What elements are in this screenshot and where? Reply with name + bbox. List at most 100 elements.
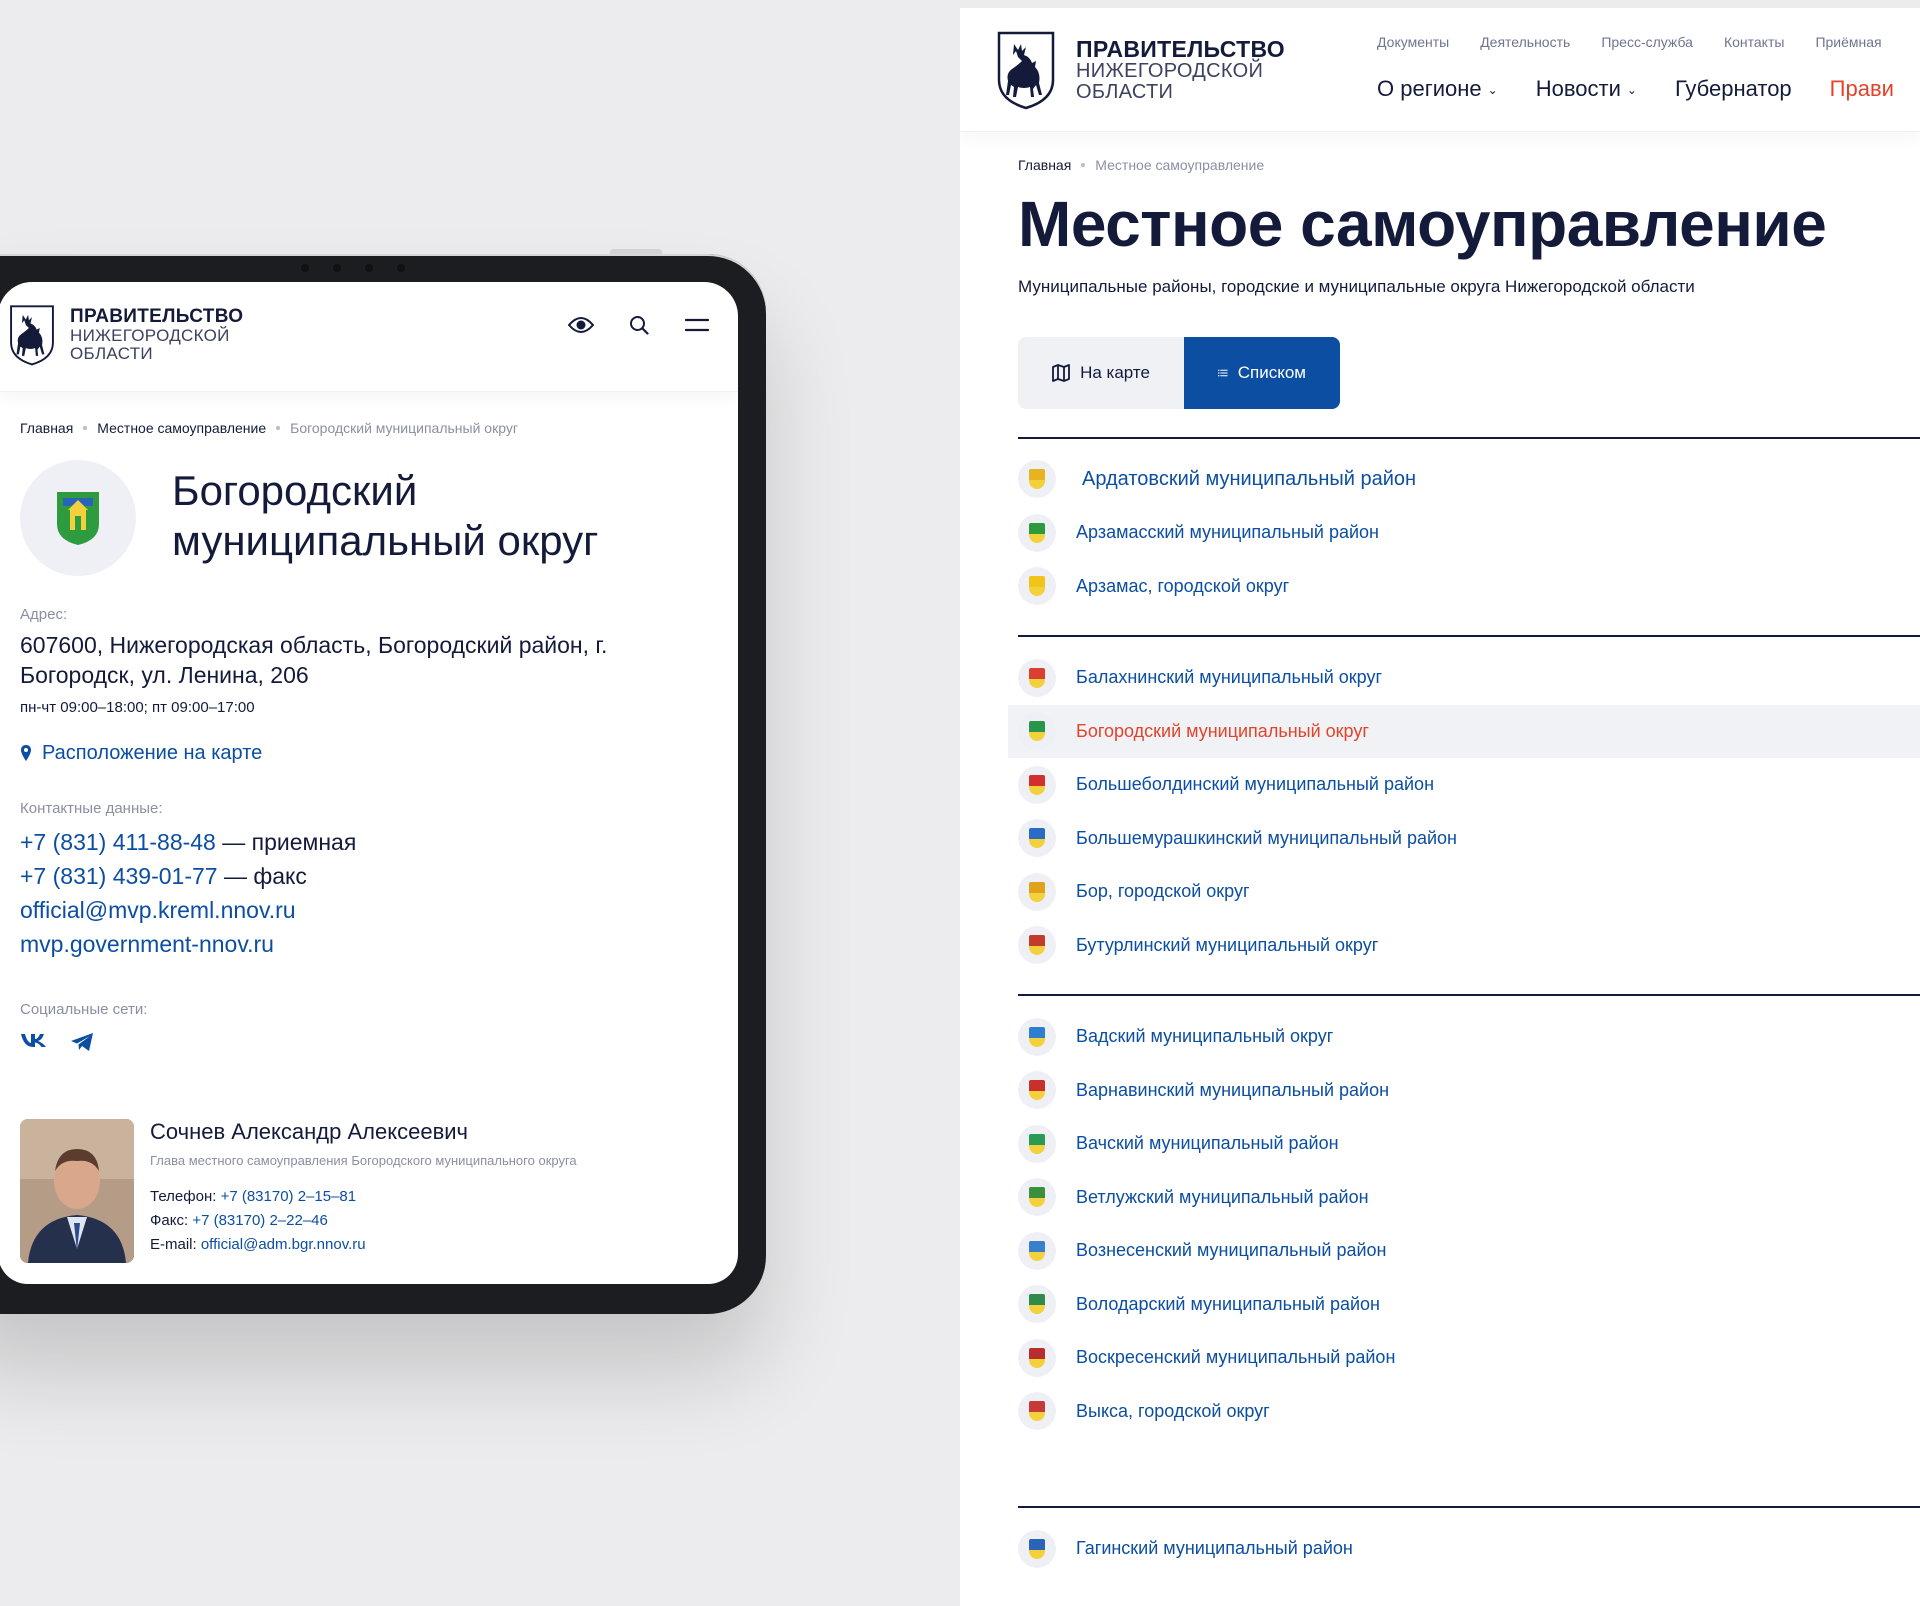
top-nav-contacts[interactable]: Контакты [1724, 34, 1784, 50]
logo-line-2: НИЖЕГОРОДСКОЙ [1076, 60, 1264, 83]
view-list-button[interactable]: Списком [1184, 336, 1340, 409]
phone-fax-row: +7 (831) 439-01-77 — факс [20, 859, 716, 893]
phone-fax-link[interactable]: +7 (831) 439-01-77 [20, 863, 218, 889]
coat-of-arms-icon [996, 30, 1056, 110]
district-coat-icon [1018, 1338, 1056, 1377]
top-nav-activity[interactable]: Деятельность [1480, 34, 1570, 50]
main-nav-news-label: Новости [1535, 76, 1621, 101]
district-item[interactable]: Арзамас, городской округ [1018, 560, 1920, 614]
district-coat-icon [1018, 765, 1056, 804]
logo-line-3: ОБЛАСТИ [70, 343, 153, 363]
main-nav-government[interactable]: Прави [1830, 76, 1894, 102]
main-nav-region[interactable]: О регионе ⌄ [1377, 76, 1498, 102]
phone-reception-suffix: — приемная [215, 828, 357, 855]
district-name: Гагинский муниципальный район [1076, 1538, 1353, 1559]
main-nav-news[interactable]: Новости ⌄ [1536, 76, 1637, 102]
desktop-header: ПРАВИТЕЛЬСТВО НИЖЕГОРОДСКОЙ ОБЛАСТИ Доку… [960, 8, 1920, 132]
chevron-down-icon: ⌄ [1487, 83, 1498, 97]
breadcrumb-current: Богородский муниципальный округ [290, 420, 518, 436]
district-item[interactable]: Выкса, городской округ [1018, 1385, 1920, 1439]
breadcrumb-separator [276, 426, 281, 430]
top-nav-documents[interactable]: Документы [1377, 34, 1449, 50]
district-coat-of-arms [20, 460, 136, 576]
district-name: Арзамас, городской округ [1076, 575, 1290, 596]
logo-line-2: НИЖЕГОРОДСКОЙ [70, 326, 230, 346]
district-item[interactable]: Вадский муниципальный округ [1018, 1010, 1920, 1064]
search-icon[interactable] [624, 310, 654, 340]
tablet-screen: ПРАВИТЕЛЬСТВО НИЖЕГОРОДСКОЙ ОБЛАСТИ Глав… [0, 282, 738, 1284]
district-name: Варнавинский муниципальный район [1076, 1079, 1390, 1100]
person-phone-link[interactable]: +7 (83170) 2–15–81 [221, 1188, 357, 1205]
top-nav-reception[interactable]: Приёмная [1815, 34, 1881, 50]
district-item[interactable]: Большеболдинский муниципальный район [1018, 758, 1920, 812]
coat-of-arms-icon [8, 304, 56, 366]
district-item[interactable]: Воскресенский муниципальный район [1018, 1331, 1920, 1385]
district-coat-icon [1018, 1071, 1056, 1110]
social-label: Социальные сети: [20, 1000, 148, 1018]
person-phone-label: Телефон: [150, 1187, 217, 1205]
phone-reception-row: +7 (831) 411-88-48 — приемная [20, 825, 716, 859]
website-link[interactable]: mvp.government-nnov.ru [20, 931, 274, 957]
view-map-button[interactable]: На карте [1018, 336, 1184, 409]
breadcrumb-local-government[interactable]: Местное самоуправление [97, 420, 266, 436]
phone-reception-link[interactable]: +7 (831) 411-88-48 [20, 829, 216, 855]
district-item[interactable]: Богородский муниципальный округ [1008, 704, 1920, 759]
desktop-page: ПРАВИТЕЛЬСТВО НИЖЕГОРОДСКОЙ ОБЛАСТИ Доку… [960, 8, 1920, 1606]
top-nav: Документы Деятельность Пресс-служба Конт… [1377, 34, 1894, 50]
district-item[interactable]: Вознесенский муниципальный район [1018, 1224, 1920, 1278]
breadcrumb-home[interactable]: Главная [1018, 157, 1071, 173]
district-item[interactable]: Балахнинский муниципальный округ [1018, 651, 1920, 705]
district-coat-icon [1018, 1285, 1056, 1324]
district-coat-icon [1018, 567, 1056, 606]
main-nav-governor[interactable]: Губернатор [1675, 76, 1792, 102]
district-coat-icon [1018, 872, 1056, 911]
map-location-link[interactable]: Расположение на карте [20, 742, 716, 765]
district-coat-icon [1018, 1178, 1056, 1217]
tablet-camera [0, 264, 766, 272]
page-title: Богородский муниципальный округ [172, 460, 598, 576]
breadcrumb-home[interactable]: Главная [20, 420, 73, 436]
accessibility-eye-icon[interactable] [566, 310, 596, 340]
menu-hamburger-icon[interactable] [682, 310, 712, 340]
district-coat-icon [1018, 658, 1056, 697]
working-hours: пн-чт 09:00–18:00; пт 09:00–17:00 [20, 698, 255, 716]
site-logo[interactable]: ПРАВИТЕЛЬСТВО НИЖЕГОРОДСКОЙ ОБЛАСТИ [996, 30, 1285, 110]
telegram-icon[interactable] [70, 1032, 94, 1057]
district-item[interactable]: Ардатовский муниципальный район [1018, 453, 1920, 507]
address-value: 607600, Нижегородская область, Богородск… [20, 631, 716, 691]
person-fax-label: Факс: [150, 1211, 189, 1229]
district-name: Вознесенский муниципальный район [1076, 1240, 1387, 1261]
district-name: Выкса, городской округ [1076, 1400, 1270, 1421]
district-item[interactable]: Арзамасский муниципальный район [1018, 506, 1920, 560]
list-icon [1218, 369, 1228, 376]
district-coat-icon [1018, 1017, 1056, 1056]
district-item[interactable]: Варнавинский муниципальный район [1018, 1064, 1920, 1118]
breadcrumb: Главная Местное самоуправление [960, 132, 1920, 173]
view-map-label: На карте [1080, 362, 1150, 382]
district-group: Ардатовский муниципальный район Арзамасск… [1018, 436, 1920, 636]
district-coat-icon [1018, 1392, 1056, 1431]
address-line-1: 607600, Нижегородская область, Богородск… [20, 632, 608, 658]
district-item[interactable]: Бор, городской округ [1018, 865, 1920, 919]
breadcrumb-current: Местное самоуправление [1095, 157, 1265, 173]
tablet-power-button [610, 249, 662, 254]
district-group: Балахнинский муниципальный округ Богородс… [1008, 635, 1920, 994]
district-item[interactable]: Володарский муниципальный район [1018, 1278, 1920, 1332]
breadcrumb: Главная Местное самоуправление Богородск… [0, 392, 738, 436]
bogorodsk-coat-icon [57, 492, 99, 545]
site-logo[interactable]: ПРАВИТЕЛЬСТВО НИЖЕГОРОДСКОЙ ОБЛАСТИ [8, 304, 243, 366]
district-item[interactable]: Большемурашкинский муниципальный район [1018, 812, 1920, 866]
person-fax-link[interactable]: +7 (83170) 2–22–46 [192, 1212, 328, 1229]
tablet-mockup: ПРАВИТЕЛЬСТВО НИЖЕГОРОДСКОЙ ОБЛАСТИ Глав… [0, 249, 766, 1314]
head-of-administration-card: Сочнев Александр Алексеевич Глава местно… [0, 1118, 738, 1263]
email-link[interactable]: official@mvp.kreml.nnov.ru [20, 897, 296, 923]
district-item[interactable]: Ветлужский муниципальный район [1018, 1171, 1920, 1225]
vk-icon[interactable] [20, 1032, 48, 1057]
district-item[interactable]: Бутурлинский муниципальный округ [1018, 919, 1920, 973]
district-item[interactable]: Гагинский муниципальный район [1018, 1522, 1920, 1576]
top-nav-press[interactable]: Пресс-служба [1601, 34, 1693, 50]
district-item[interactable]: Вачский муниципальный район [1018, 1117, 1920, 1171]
person-email-label: E-mail: [150, 1235, 197, 1253]
map-location-label: Расположение на карте [42, 741, 263, 764]
person-email-link[interactable]: official@adm.bgr.nnov.ru [201, 1236, 366, 1253]
